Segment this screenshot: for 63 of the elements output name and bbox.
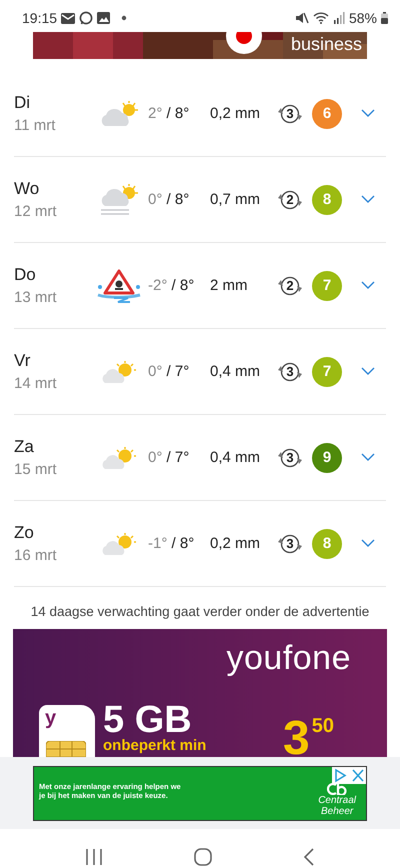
wifi-icon — [312, 12, 329, 24]
day-date: 11 mrt — [14, 116, 56, 134]
signal-icon — [332, 12, 345, 24]
precipitation: 2 mm — [210, 277, 248, 294]
wind-force-indicator: 2 — [276, 272, 304, 298]
chat-icon — [79, 11, 94, 25]
day-date: 15 mrt — [14, 460, 58, 478]
ad-brand-name: Centraal Beheer — [318, 794, 356, 816]
day-date: 13 mrt — [14, 288, 58, 306]
dot-icon — [120, 14, 128, 22]
cloud-sun-icon — [99, 100, 139, 126]
battery-icon — [381, 12, 388, 24]
wind-force-indicator: 3 — [276, 100, 304, 126]
score-badge: 9 — [312, 442, 342, 472]
ad-choices-icon[interactable] — [332, 766, 366, 784]
cloud-sun-icon — [101, 532, 137, 556]
day-name: Di — [14, 92, 32, 112]
day-name: Vr — [14, 350, 32, 370]
cloud-sun-icon — [101, 360, 137, 384]
wind-force-indicator: 2 — [276, 186, 304, 212]
ad-brand-name: youfone — [226, 639, 351, 678]
day-date: 12 mrt — [14, 202, 58, 220]
score-badge: 7 — [312, 270, 342, 300]
day-name: Za — [14, 436, 35, 456]
precipitation: 0,4 mm — [210, 449, 262, 466]
day-name: Wo — [14, 178, 40, 198]
score-badge: 8 — [312, 528, 342, 558]
day-date: 14 mrt — [14, 374, 58, 392]
brand-logo-icon — [327, 782, 348, 794]
slippery-road-warning-icon — [96, 268, 142, 302]
recent-apps-button[interactable] — [85, 848, 103, 866]
day-name: Do — [14, 264, 37, 284]
back-button[interactable] — [303, 846, 315, 866]
wind-force-indicator: 3 — [276, 358, 304, 384]
home-button[interactable] — [193, 846, 213, 866]
day-name: Zo — [14, 522, 35, 542]
temperature-range: 2° / 8° — [148, 105, 190, 122]
banner-caption: business — [291, 33, 362, 55]
precipitation: 0,2 mm — [210, 535, 262, 552]
temperature-range: 0° / 7° — [148, 363, 190, 380]
day-date: 16 mrt — [14, 546, 58, 564]
mail-icon — [61, 12, 76, 24]
score-badge: 8 — [312, 184, 342, 214]
image-icon — [97, 12, 110, 24]
clock-time: 19:15 — [22, 10, 58, 26]
score-badge: 7 — [312, 356, 342, 386]
precipitation: 0,2 mm — [210, 105, 262, 122]
wind-force-indicator: 3 — [276, 444, 304, 470]
fog-cloud-sun-icon — [99, 184, 139, 216]
temperature-range: 0° / 8° — [148, 191, 190, 208]
sim-card-icon: y — [39, 705, 95, 757]
temperature-range: -1° / 8° — [148, 535, 194, 552]
battery-percentage: 58% — [348, 10, 377, 26]
mute-icon — [294, 12, 309, 24]
ad-subtitle: onbeperkt min — [103, 737, 206, 754]
cloud-sun-icon — [101, 446, 137, 470]
precipitation: 0,7 mm — [210, 191, 262, 208]
wind-force-indicator: 3 — [276, 530, 304, 556]
score-badge: 6 — [312, 98, 342, 128]
precipitation: 0,4 mm — [210, 363, 262, 380]
notice-text: 14 daagse verwachting gaat verder onder de advertentie — [30, 603, 370, 621]
temperature-range: -2° / 8° — [148, 277, 194, 294]
temperature-range: 0° / 7° — [148, 449, 190, 466]
